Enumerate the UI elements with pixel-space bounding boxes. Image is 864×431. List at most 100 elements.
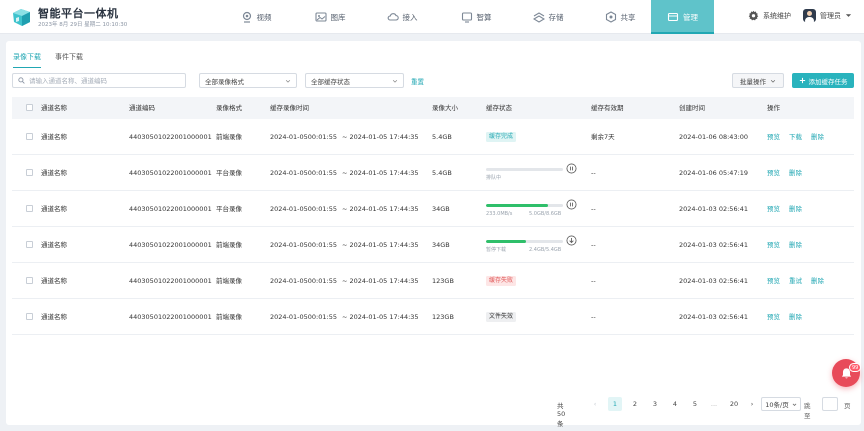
delete-link[interactable]: 删除 [811,133,824,141]
nav-storage[interactable]: 存储 [512,0,584,34]
page-5[interactable]: 5 [688,397,702,411]
cache-status: 缓存失败 [486,263,517,299]
compute-icon [461,12,472,23]
progress-bar [486,168,563,171]
row-checkbox[interactable] [26,241,33,248]
row-actions: 预览 下载 删除 [767,119,833,155]
delete-link[interactable]: 删除 [789,205,802,213]
table-row: 通道名称 44030501022001000001 前端录像 2024-01-0… [12,119,854,155]
reset-link[interactable]: 重置 [411,76,424,86]
format-select-value: 全部录像格式 [205,77,244,86]
record-size: 34GB [432,205,450,213]
system-maintenance-button[interactable]: 系统维护 [748,10,791,21]
preview-link[interactable]: 预览 [767,133,780,141]
tab-event-download[interactable]: 事件下载 [55,52,83,68]
nav-label: 共享 [620,12,636,22]
page-unit-label: 页 [844,402,851,410]
pause-icon[interactable] [566,163,577,174]
logo-icon [13,9,30,26]
preview-link[interactable]: 预览 [767,241,780,249]
delete-link[interactable]: 删除 [789,313,802,321]
page-4[interactable]: 4 [668,397,682,411]
channel-code: 44030501022001000001 [129,277,212,285]
row-checkbox[interactable] [26,205,33,212]
add-cache-task-button[interactable]: 添加缓存任务 [792,73,854,88]
page-size-value: 10条/页 [765,401,789,409]
preview-link[interactable]: 预览 [767,205,780,213]
nav-compute[interactable]: 智算 [440,0,512,34]
batch-operations-button[interactable]: 批量操作 [732,73,784,88]
table-header: 通道名称 通道编码 录像格式 缓存录像时间 录像大小 缓存状态 缓存有效期 创建… [12,97,854,119]
top-header: 智能平台一体机 2023年 8月 29日 星期二 10:10:30 视频 图库 … [0,0,864,34]
record-format: 前端录像 [216,277,242,285]
created-time: 2024-01-06 08:43:00 [679,133,749,141]
delete-link[interactable]: 删除 [811,277,824,285]
expiry: -- [591,241,596,249]
progress-bar [486,204,563,207]
cache-progress: 暂停下载 2.4GB/5.4GB [486,227,586,263]
row-checkbox[interactable] [26,169,33,176]
page-1[interactable]: 1 [608,397,622,411]
download-link[interactable]: 下载 [789,133,802,141]
time-end: ~ 2024-01-05 17:44:35 [342,241,419,249]
delete-link[interactable]: 删除 [789,169,802,177]
search-input[interactable] [29,76,179,85]
record-format: 平台录像 [216,169,242,177]
format-select[interactable]: 全部录像格式 [199,73,297,88]
channel-code: 44030501022001000001 [129,313,212,321]
search-icon [18,77,25,84]
column-header: 创建时间 [679,104,705,112]
record-size: 123GB [432,313,454,321]
next-page-button[interactable]: › [745,397,759,411]
nav-access[interactable]: 接入 [366,0,438,34]
nav-label: 图库 [330,12,346,22]
nav-video[interactable]: 视频 [220,0,292,34]
table-row: 通道名称 44030501022001000001 平台录像 2024-01-0… [12,155,854,191]
row-actions: 预览 删除 [767,299,811,335]
expiry: -- [591,313,596,321]
retry-link[interactable]: 重试 [789,277,802,285]
batch-label: 批量操作 [740,77,766,86]
page-2[interactable]: 2 [628,397,642,411]
delete-link[interactable]: 删除 [789,241,802,249]
select-all-checkbox[interactable] [26,104,33,111]
record-size: 5.4GB [432,169,452,177]
page-ellipsis[interactable]: ... [707,397,721,411]
channel-code: 44030501022001000001 [129,169,212,177]
preview-link[interactable]: 预览 [767,169,780,177]
page-3[interactable]: 3 [648,397,662,411]
nav-gallery[interactable]: 图库 [294,0,366,34]
download-tabs: 录像下载 事件下载 [13,52,83,68]
preview-link[interactable]: 预览 [767,277,780,285]
column-header: 操作 [767,104,780,112]
nav-manage[interactable]: 管理 [651,0,714,34]
record-format: 前端录像 [216,241,242,249]
page-size-select[interactable]: 10条/页 [761,397,801,411]
time-start: 2024-01-0500:01:55 [270,169,337,177]
time-start: 2024-01-0500:01:55 [270,205,337,213]
row-checkbox[interactable] [26,277,33,284]
nav-share[interactable]: 共享 [584,0,656,34]
row-actions: 预览 删除 [767,191,811,227]
cache-status: 文件失效 [486,299,517,335]
prev-page-button[interactable]: ‹ [588,397,602,411]
progress-status: 排队中 [486,175,502,181]
row-actions: 预览 删除 [767,155,811,191]
page-20[interactable]: 20 [727,397,741,411]
channel-name: 通道名称 [41,133,67,141]
user-menu[interactable]: 管理员 [803,9,852,22]
cache-progress: 233.0MB/s 5.0GB/8.6GB [486,191,586,227]
column-header: 通道编码 [129,104,155,112]
resume-download-icon[interactable] [566,235,577,246]
row-checkbox[interactable] [26,133,33,140]
jump-label: 跳至 [804,402,811,420]
preview-link[interactable]: 预览 [767,313,780,321]
column-header: 缓存有效期 [591,104,624,112]
pause-icon[interactable] [566,199,577,210]
row-checkbox[interactable] [26,313,33,320]
jump-page-input[interactable] [822,397,838,411]
column-header: 缓存录像时间 [270,104,309,112]
status-select[interactable]: 全部缓存状态 [305,73,404,88]
time-start: 2024-01-0500:01:55 [270,133,337,141]
tab-video-download[interactable]: 录像下载 [13,52,41,68]
